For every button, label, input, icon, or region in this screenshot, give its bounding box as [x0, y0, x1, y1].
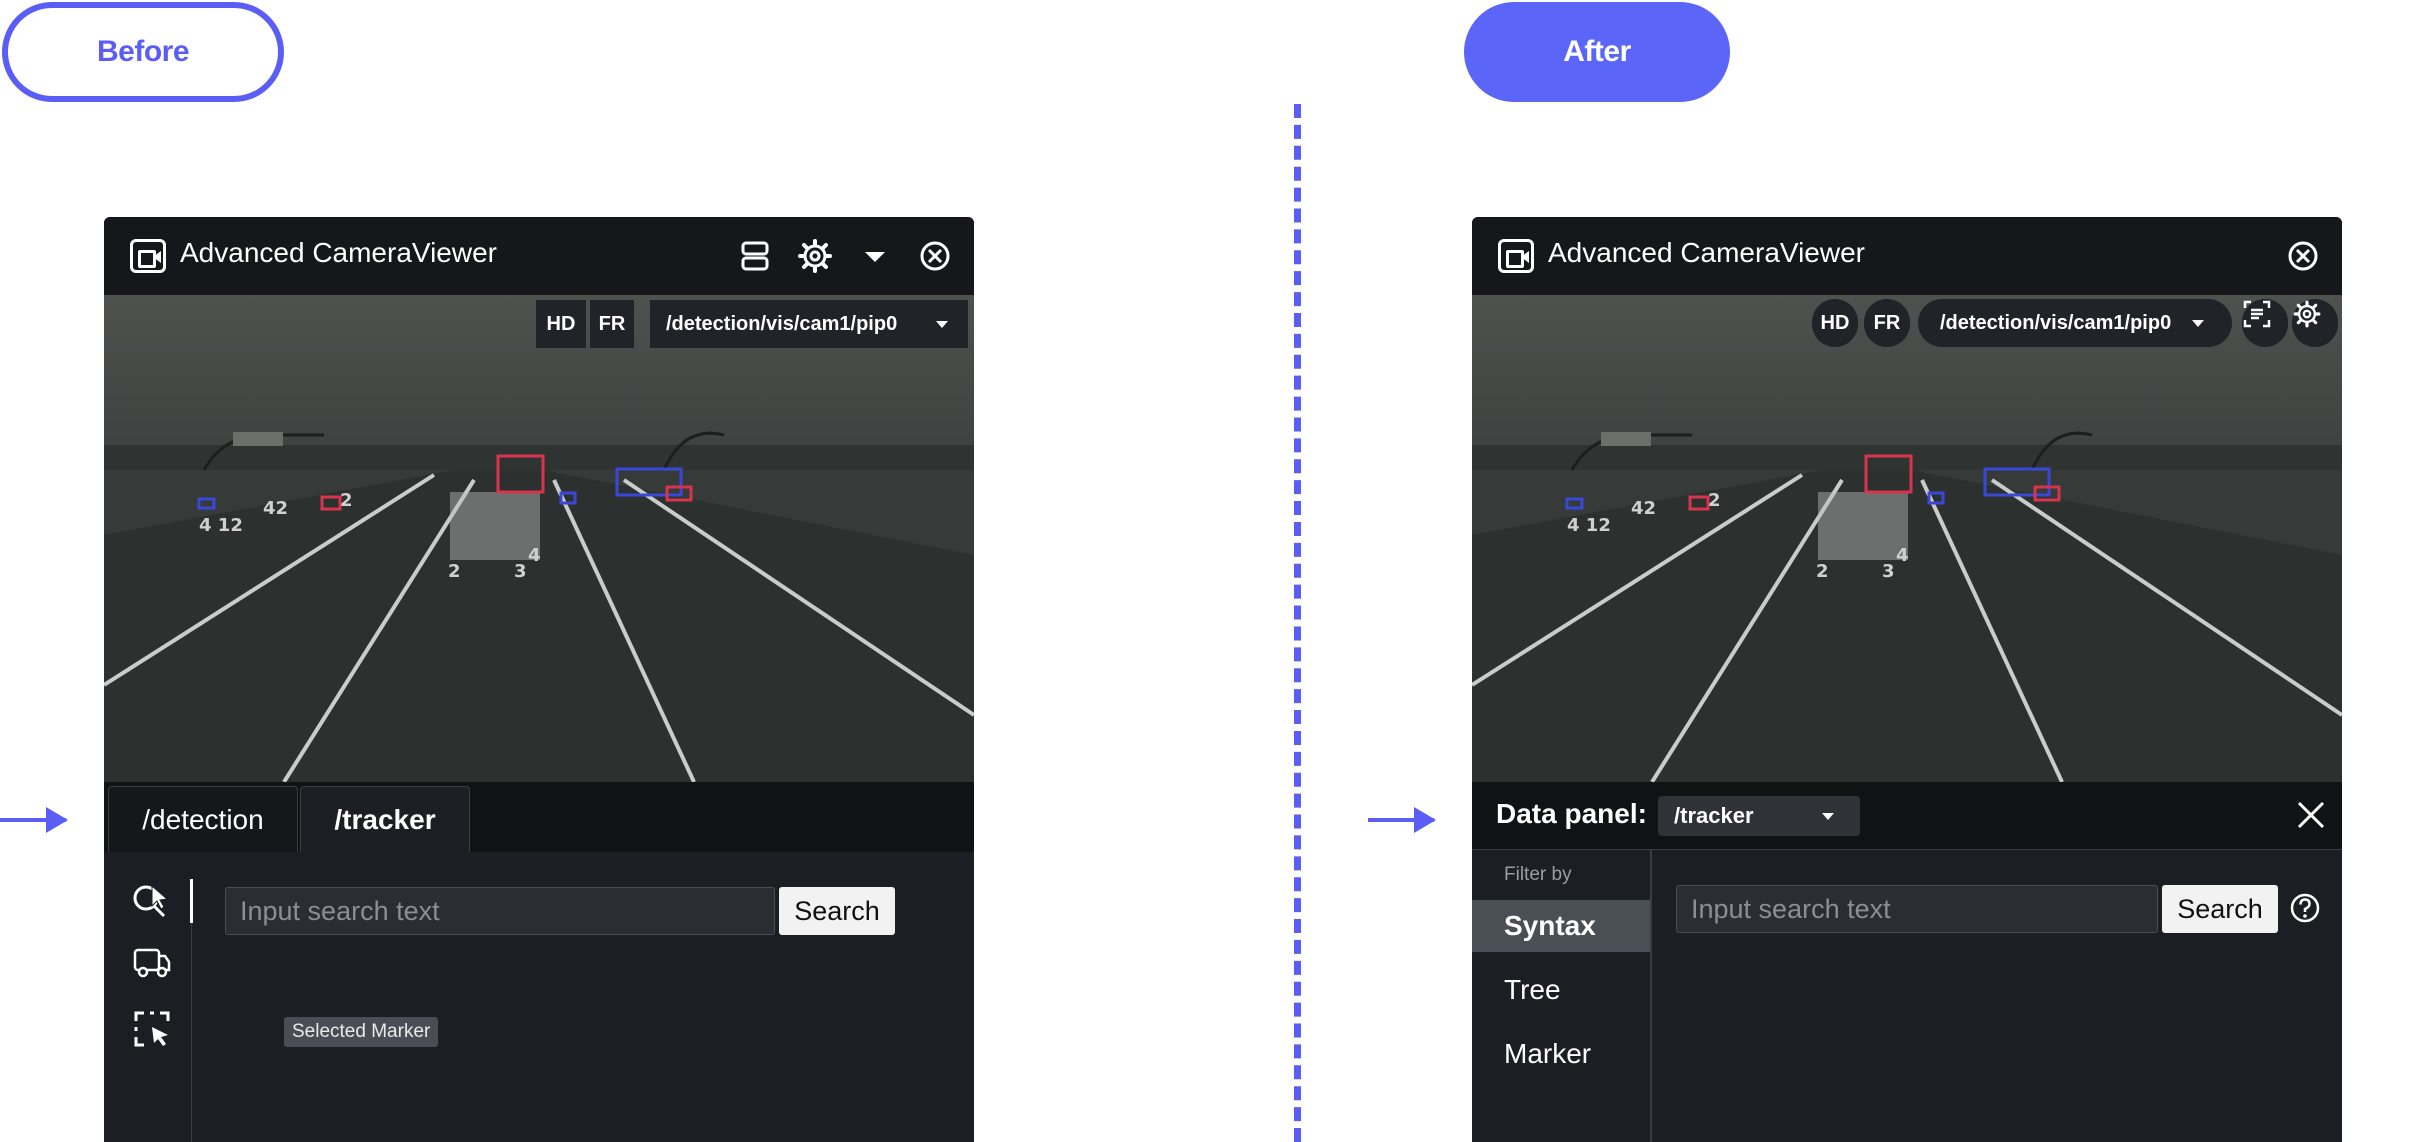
overlay-number: 4	[528, 545, 541, 566]
tab-tracker[interactable]: /tracker	[300, 786, 470, 852]
arrow-icon	[0, 807, 68, 833]
help-icon[interactable]	[2288, 891, 2322, 925]
hd-toggle[interactable]: HD	[1812, 299, 1858, 347]
select-marker-icon[interactable]	[132, 1009, 172, 1049]
topic-select[interactable]: /detection/vis/cam1/pip0	[1918, 299, 2232, 347]
filter-item-marker[interactable]: Marker	[1472, 1028, 1650, 1080]
hd-toggle[interactable]: HD	[536, 300, 586, 348]
fr-toggle[interactable]: FR	[590, 300, 634, 348]
data-panel-label: Data panel:	[1496, 798, 1647, 829]
chevron-down-icon[interactable]	[856, 237, 894, 275]
overlay-number: 42	[1631, 498, 1656, 519]
vertical-divider	[191, 923, 192, 1142]
search-button[interactable]: Search	[779, 887, 895, 935]
truck-icon[interactable]	[132, 945, 172, 979]
camera-view[interactable]: 4 12 42 2 2 3 4 HD FR /detection/vis/cam…	[1472, 295, 2342, 782]
search-input[interactable]: Input search text	[225, 887, 775, 935]
topic-label: /detection/vis/cam1/pip0	[1940, 311, 2172, 334]
before-camera-viewer: Advanced CameraViewer 4 12 42 2 2 3 4 HD…	[104, 217, 974, 1142]
window-title: Advanced CameraViewer	[180, 237, 497, 268]
close-icon[interactable]	[2284, 237, 2322, 275]
overlay-number: 2	[340, 490, 353, 511]
divider	[1294, 104, 1301, 1142]
overlay-number: 4 12	[199, 515, 243, 536]
scan-icon	[2243, 300, 2271, 328]
overlay-number: 4	[1896, 545, 1909, 566]
data-panel-header: Data panel: /tracker	[1472, 782, 2342, 850]
scan-toggle[interactable]	[2242, 299, 2288, 347]
fr-toggle[interactable]: FR	[1864, 299, 1910, 347]
filter-sidebar: Filter by Syntax Tree Marker	[1472, 850, 1652, 1142]
data-panel-topic-select[interactable]: /tracker	[1658, 796, 1860, 836]
search-button[interactable]: Search	[2162, 885, 2278, 933]
topic-label: /detection/vis/cam1/pip0	[666, 312, 898, 335]
title-bar: Advanced CameraViewer	[104, 217, 974, 295]
overlay-number: 3	[514, 561, 527, 582]
window-title: Advanced CameraViewer	[1548, 237, 1865, 268]
camera-icon	[1498, 239, 1534, 273]
gear-icon[interactable]	[796, 237, 834, 275]
chevron-down-icon	[1822, 813, 1834, 820]
filter-item-syntax[interactable]: Syntax	[1472, 900, 1650, 952]
overlay-number: 3	[1882, 561, 1895, 582]
chevron-down-icon	[2192, 320, 2204, 327]
settings-toggle[interactable]	[2292, 299, 2338, 347]
gear-icon	[2293, 300, 2321, 328]
overlay-number: 42	[263, 498, 288, 519]
tab-detection[interactable]: /detection	[108, 786, 298, 852]
camera-icon	[130, 239, 166, 273]
title-bar: Advanced CameraViewer	[1472, 217, 2342, 295]
after-camera-viewer: Advanced CameraViewer 4 12 42 2 2 3 4 HD…	[1472, 217, 2342, 1142]
vertical-divider	[190, 879, 193, 923]
topic-select[interactable]: /detection/vis/cam1/pip0	[650, 300, 968, 348]
road-scene: 4 12 42 2 2 3 4	[1472, 295, 2342, 782]
close-icon[interactable]	[2294, 798, 2328, 832]
filter-title: Filter by	[1504, 864, 1572, 885]
layout-icon[interactable]	[736, 237, 774, 275]
chevron-down-icon	[936, 321, 948, 328]
after-label: After	[1464, 2, 1730, 102]
overlay-number: 2	[1708, 490, 1721, 511]
filter-item-tree[interactable]: Tree	[1472, 964, 1650, 1016]
arrow-icon	[1368, 807, 1436, 833]
selected-marker-tooltip: Selected Marker	[284, 1017, 439, 1047]
road-scene: 4 12 42 2 2 3 4	[104, 295, 974, 782]
overlay-number: 4 12	[1567, 515, 1611, 536]
overlay-number: 2	[1816, 561, 1829, 582]
camera-view[interactable]: 4 12 42 2 2 3 4 HD FR /detection/vis/cam…	[104, 295, 974, 782]
data-panel-topic-value: /tracker	[1674, 803, 1754, 828]
close-icon[interactable]	[916, 237, 954, 275]
search-input[interactable]: Input search text	[1676, 885, 2158, 933]
overlay-number: 2	[448, 561, 461, 582]
search-icon[interactable]	[130, 878, 174, 922]
before-label: Before	[2, 2, 284, 102]
topic-tabs: /detection /tracker	[104, 782, 974, 852]
